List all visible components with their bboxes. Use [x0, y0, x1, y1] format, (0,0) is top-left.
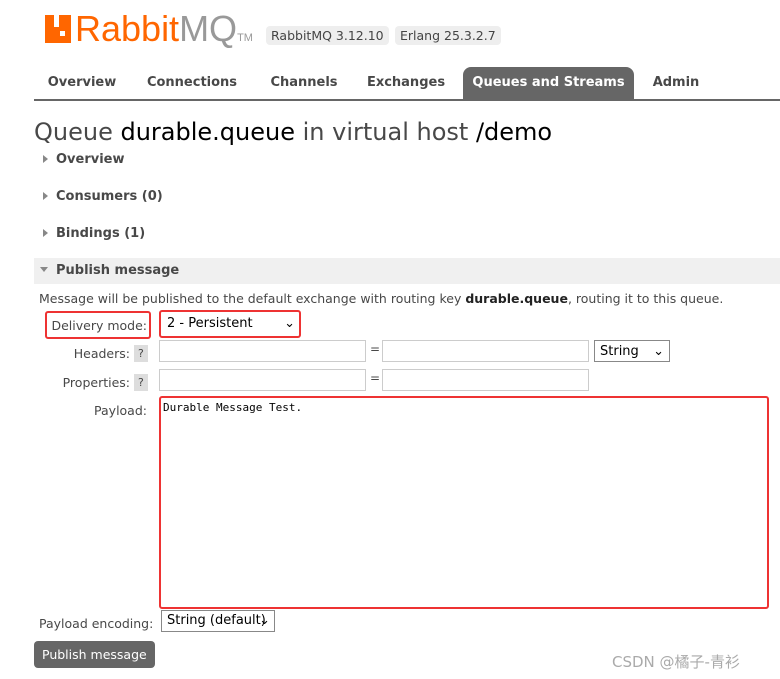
- chevron-down-icon: ⌄: [284, 316, 295, 331]
- headers-help-icon[interactable]: ?: [134, 345, 148, 362]
- header-value-input[interactable]: [382, 340, 589, 362]
- publish-info: Message will be published to the default…: [39, 291, 724, 306]
- tab-connections[interactable]: Connections: [134, 67, 250, 99]
- delivery-mode-select[interactable]: 2 - Persistent ⌄: [159, 310, 301, 338]
- erlang-version: Erlang 25.3.2.7: [395, 26, 501, 45]
- expand-icon: [43, 192, 48, 200]
- properties-help-icon[interactable]: ?: [134, 374, 148, 391]
- page-title: Queue durable.queue in virtual host /dem…: [34, 118, 553, 146]
- section-bindings[interactable]: Bindings (1): [34, 221, 780, 247]
- chevron-down-icon: ⌄: [653, 344, 664, 359]
- rabbitmq-logo: RabbitMQTM: [45, 8, 253, 50]
- payload-encoding-label: Payload encoding:: [39, 616, 154, 631]
- header-key-input[interactable]: [159, 340, 366, 362]
- expand-icon: [43, 155, 48, 163]
- headers-label: Headers:: [73, 346, 130, 361]
- properties-label: Properties:: [62, 375, 130, 390]
- equals-sign: =: [370, 342, 381, 356]
- main-nav: Overview Connections Channels Exchanges …: [34, 67, 780, 101]
- tab-overview[interactable]: Overview: [34, 67, 130, 99]
- tab-exchanges[interactable]: Exchanges: [356, 67, 456, 99]
- header-type-select[interactable]: String ⌄: [594, 340, 670, 362]
- section-consumers[interactable]: Consumers (0): [34, 184, 780, 210]
- payload-encoding-select[interactable]: String (default) ⌄: [161, 610, 275, 632]
- tab-admin[interactable]: Admin: [640, 67, 712, 99]
- property-value-input[interactable]: [382, 369, 589, 391]
- tab-queues-and-streams[interactable]: Queues and Streams: [463, 67, 634, 99]
- section-publish-message[interactable]: Publish message: [34, 258, 780, 284]
- property-key-input[interactable]: [159, 369, 366, 391]
- tab-channels[interactable]: Channels: [256, 67, 352, 99]
- chevron-down-icon: ⌄: [259, 613, 270, 628]
- delivery-mode-label: Delivery mode:: [45, 311, 151, 339]
- expand-icon: [43, 229, 48, 237]
- payload-label: Payload:: [94, 403, 147, 418]
- equals-sign: =: [370, 371, 381, 385]
- watermark: CSDN @橘子-青衫: [612, 653, 740, 671]
- collapse-icon: [40, 267, 48, 272]
- payload-textarea[interactable]: Durable Message Test.: [159, 396, 769, 609]
- rabbitmq-version: RabbitMQ 3.12.10: [266, 26, 389, 45]
- publish-message-button[interactable]: Publish message: [34, 641, 155, 668]
- section-overview[interactable]: Overview: [34, 147, 780, 173]
